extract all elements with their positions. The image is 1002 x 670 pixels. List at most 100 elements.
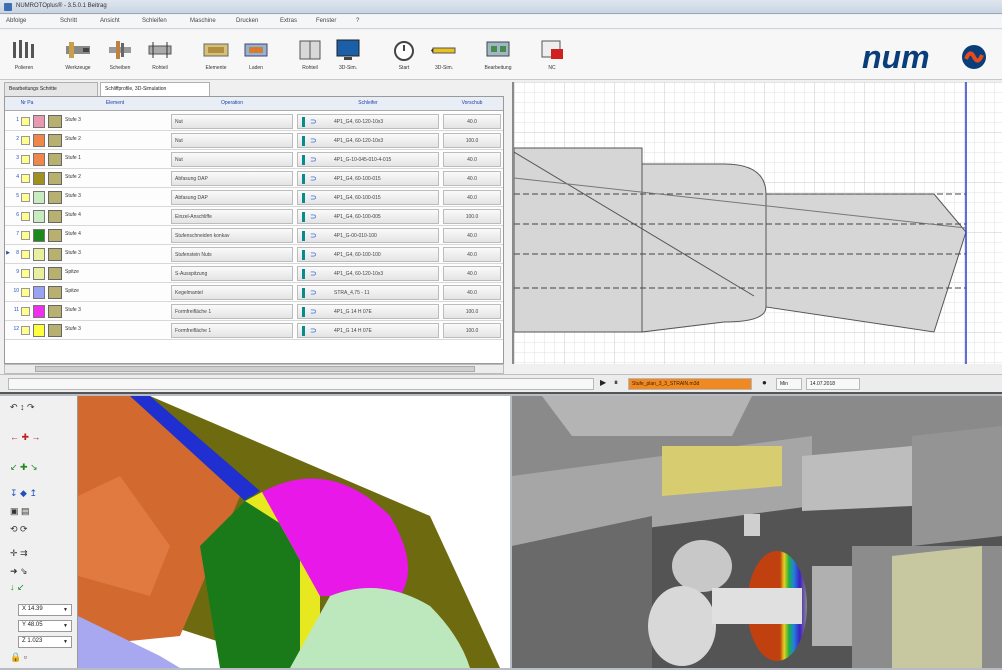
tab-schliffprofile[interactable]: Schliffprofile, 3D-Simulation: [100, 82, 210, 96]
row-color-swatch[interactable]: [33, 172, 45, 185]
row-operation[interactable]: Formfreifläche 1: [171, 304, 293, 319]
row-checkbox[interactable]: [21, 174, 30, 183]
menu-extras[interactable]: Extras: [280, 18, 297, 24]
dropdown-caret-icon[interactable]: ▼: [63, 623, 68, 629]
table-row[interactable]: 5 Stufe 3 Abfasung DAP ⊃ 4P1_G4, 60-100-015 4…: [5, 188, 503, 207]
row-color-swatch[interactable]: [33, 286, 45, 299]
row-operation[interactable]: Abfasung DAP: [171, 171, 293, 186]
row-tool[interactable]: ⊃ 4P1_G 14 H 07E: [297, 304, 439, 319]
row-operation[interactable]: Nut: [171, 133, 293, 148]
row-color-swatch[interactable]: [33, 229, 45, 242]
y-coordinate-input[interactable]: Y 48.05 ▼: [18, 620, 72, 632]
play-icon[interactable]: ▶: [600, 378, 606, 387]
row-checkbox[interactable]: [21, 250, 30, 259]
row-tool[interactable]: ⊃ 4P1_G4, 60-100-015: [297, 171, 439, 186]
view-rotate-icon[interactable]: ↶ ↕ ↷: [10, 402, 35, 413]
table-row[interactable]: 2 Stufe 2 Nut ⊃ 4P1_G4, 60-120-10x3 100.0: [5, 131, 503, 150]
header-tool[interactable]: Schleifer: [297, 100, 439, 106]
row-color-swatch[interactable]: [33, 210, 45, 223]
row-checkbox[interactable]: [21, 136, 30, 145]
row-checkbox[interactable]: [21, 288, 30, 297]
row-feed[interactable]: 100.0: [443, 323, 501, 338]
step-back-icon[interactable]: ➜ ⇘: [10, 566, 28, 577]
view-pan-red-icon[interactable]: ← ✚ →: [10, 432, 41, 443]
view-pan-green-icon[interactable]: ↙ ✚ ↘: [10, 462, 38, 473]
scrollbar-thumb[interactable]: [35, 366, 475, 372]
tool-rohteil-button[interactable]: Rohteil: [140, 34, 180, 76]
table-row[interactable]: 1 Stufe 3 Nut ⊃ 4P1_G4, 60-120-10x3 40.0: [5, 112, 503, 131]
row-checkbox[interactable]: [21, 231, 30, 240]
table-row[interactable]: 3 Stufe 1 Nut ⊃ 4P1_G-10-045-010-4-015 40.0: [5, 150, 503, 169]
row-feed[interactable]: 40.0: [443, 266, 501, 281]
tool-werkzeuge-button[interactable]: Werkzeuge: [58, 34, 98, 76]
tool-laden-button[interactable]: Laden: [236, 34, 276, 76]
menu-abfolge[interactable]: Abfolge: [6, 18, 26, 24]
tool-start-button[interactable]: Start: [384, 34, 424, 76]
row-feed[interactable]: 40.0: [443, 247, 501, 262]
row-operation[interactable]: Stufenstein Nuts: [171, 247, 293, 262]
row-operation[interactable]: Abfasung DAP: [171, 190, 293, 205]
row-checkbox[interactable]: [21, 269, 30, 278]
row-checkbox[interactable]: [21, 117, 30, 126]
row-tool[interactable]: ⊃ 4P1_G4, 60-120-10x3: [297, 133, 439, 148]
tool-bearbeitung-button[interactable]: Bearbeitung: [478, 34, 518, 76]
row-feed[interactable]: 40.0: [443, 171, 501, 186]
menu-help[interactable]: ?: [356, 18, 359, 24]
x-coordinate-input[interactable]: X 14.39 ▼: [18, 604, 72, 616]
tab-bearbeitungs-schritte[interactable]: Bearbeitungs Schritte: [4, 82, 98, 96]
row-operation[interactable]: Stufenschneiden konkav: [171, 228, 293, 243]
row-feed[interactable]: 40.0: [443, 152, 501, 167]
row-feed[interactable]: 100.0: [443, 209, 501, 224]
menu-drucken[interactable]: Drucken: [236, 18, 258, 24]
table-row[interactable]: ▶ 8 Stufe 3 Stufenstein Nuts ⊃ 4P1_G4, 60-100…: [5, 245, 503, 264]
row-operation[interactable]: Nut: [171, 114, 293, 129]
table-row[interactable]: 9 Spitze S-Ausspitzung ⊃ 4P1_G4, 60-120-10x3…: [5, 264, 503, 283]
table-row[interactable]: 7 Stufe 4 Stufenschneiden konkav ⊃ 4P1_G-00-…: [5, 226, 503, 245]
row-tool[interactable]: ⊃ 4P1_G 14 H 07E: [297, 323, 439, 338]
row-checkbox[interactable]: [21, 307, 30, 316]
tool-rohteil2-button[interactable]: Rohteil: [290, 34, 330, 76]
menu-fenster[interactable]: Fenster: [316, 18, 336, 24]
row-color-swatch[interactable]: [33, 115, 45, 128]
menu-ansicht[interactable]: Ansicht: [100, 18, 120, 24]
z-coordinate-input[interactable]: Z 1.023 ▼: [18, 636, 72, 648]
row-operation[interactable]: Einzel-Anschliffe: [171, 209, 293, 224]
tool-nc-button[interactable]: NC: [532, 34, 572, 76]
header-operation[interactable]: Operation: [171, 100, 293, 106]
row-feed[interactable]: 40.0: [443, 228, 501, 243]
profile-preview[interactable]: [512, 82, 1002, 364]
lock-icon[interactable]: 🔒 ▫: [10, 652, 27, 663]
row-color-swatch[interactable]: [33, 191, 45, 204]
row-tool[interactable]: ⊃ 4P1_G4, 60-100-100: [297, 247, 439, 262]
step-down-icon[interactable]: ↓ ↙: [10, 582, 25, 593]
row-color-swatch[interactable]: [33, 248, 45, 261]
table-row[interactable]: 10 Spitze Kegelmantel ⊃ STRA_4,75 - 11 40.0: [5, 283, 503, 302]
dropdown-caret-icon[interactable]: ▼: [63, 639, 68, 645]
row-feed[interactable]: 40.0: [443, 190, 501, 205]
menu-schleifen[interactable]: Schleifen: [142, 18, 167, 24]
row-color-swatch[interactable]: [33, 134, 45, 147]
tool-3d-sim2-button[interactable]: 3D-Sim.: [424, 34, 464, 76]
tool-scheiben-button[interactable]: Scheiben: [100, 34, 140, 76]
row-checkbox[interactable]: [21, 155, 30, 164]
step-forward-icon[interactable]: ✛ ⇉: [10, 548, 28, 559]
pause-icon[interactable]: ⏸: [614, 378, 618, 388]
row-checkbox[interactable]: [21, 193, 30, 202]
row-tool[interactable]: ⊃ 4P1_G-10-045-010-4-015: [297, 152, 439, 167]
row-feed[interactable]: 40.0: [443, 285, 501, 300]
table-row[interactable]: 6 Stufe 4 Einzel-Anschliffe ⊃ 4P1_G4, 60-100…: [5, 207, 503, 226]
header-element[interactable]: Element: [65, 100, 165, 106]
row-color-swatch[interactable]: [33, 324, 45, 337]
header-num[interactable]: Nr Pa: [7, 100, 47, 106]
row-checkbox[interactable]: [21, 212, 30, 221]
row-feed[interactable]: 40.0: [443, 114, 501, 129]
tool-polieren-button[interactable]: Polieren: [4, 34, 44, 76]
table-row[interactable]: 4 Stufe 2 Abfasung DAP ⊃ 4P1_G4, 60-100-015 4…: [5, 169, 503, 188]
row-color-swatch[interactable]: [33, 305, 45, 318]
row-tool[interactable]: ⊃ 4P1_G4, 60-120-10x3: [297, 114, 439, 129]
row-color-swatch[interactable]: [33, 267, 45, 280]
row-color-swatch[interactable]: [33, 153, 45, 166]
row-tool[interactable]: ⊃ STRA_4,75 - 11: [297, 285, 439, 300]
row-operation[interactable]: Kegelmantel: [171, 285, 293, 300]
row-feed[interactable]: 100.0: [443, 133, 501, 148]
